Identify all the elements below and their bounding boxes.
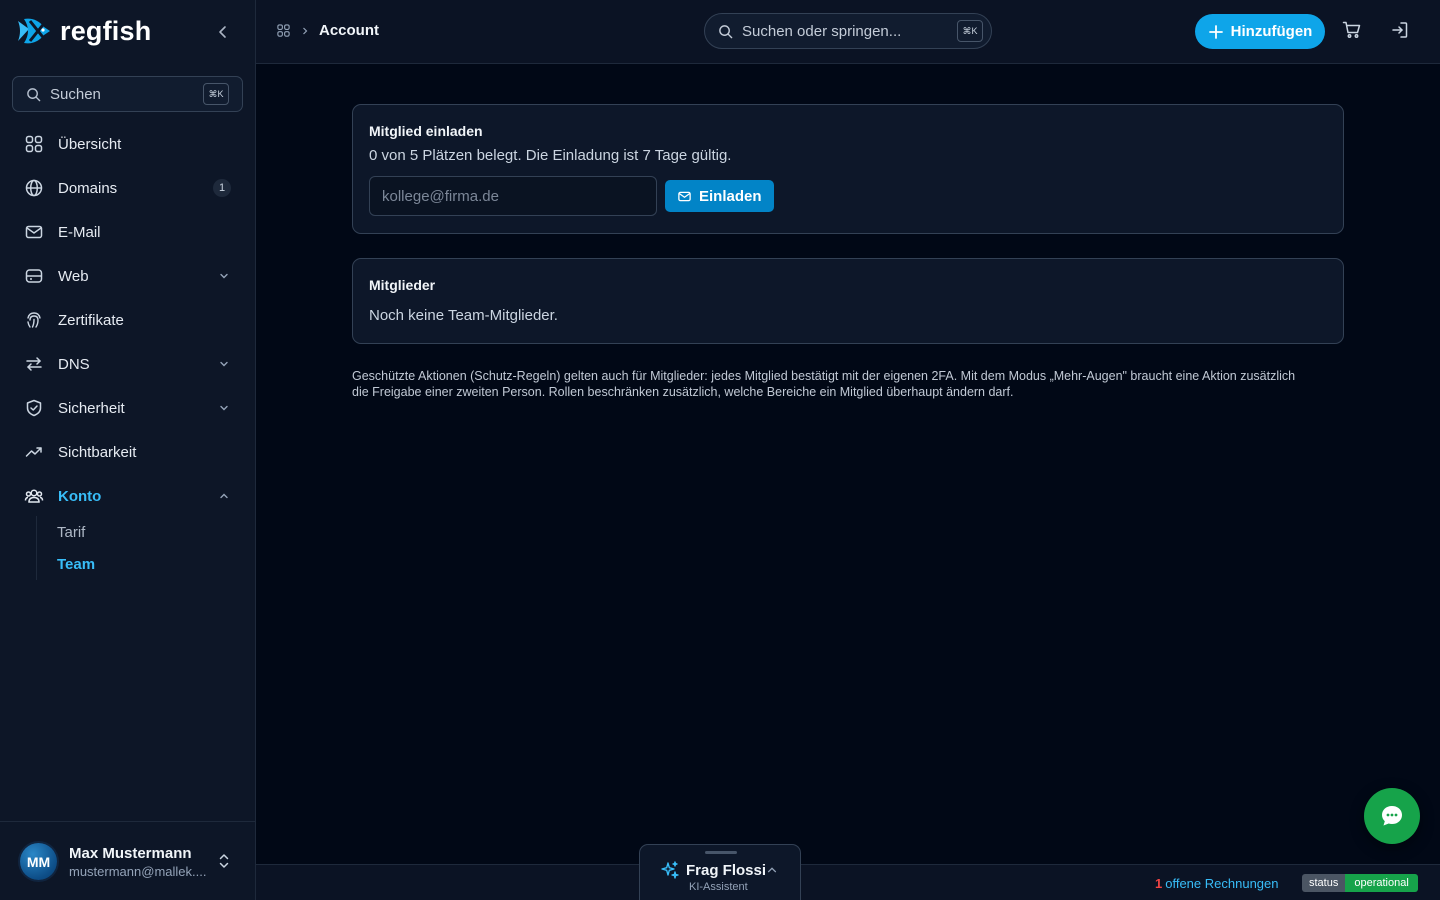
search-icon <box>26 87 41 102</box>
mail-icon <box>24 222 44 242</box>
brand-logo[interactable]: regfish <box>16 14 151 48</box>
sidebar-item-uebersicht[interactable]: Übersicht <box>12 122 243 166</box>
protection-note-line: die Freigabe einer zweiten Person. Rolle… <box>352 385 1014 399</box>
chat-button[interactable] <box>1364 788 1420 844</box>
grid-icon <box>24 134 44 154</box>
chevron-up-icon <box>217 489 231 503</box>
shortcut-badge: ⌘K <box>203 83 229 105</box>
breadcrumb: Account <box>276 22 379 39</box>
invoice-count: 1 <box>1155 876 1163 891</box>
sparkles-icon <box>661 861 679 879</box>
sidebar-item-zertifikate[interactable]: Zertifikate <box>12 298 243 342</box>
status-badge-value: operational <box>1345 874 1418 892</box>
sidebar-item-label: Konto <box>58 487 102 505</box>
chevron-down-icon <box>217 269 231 283</box>
members-card: Mitglieder Noch keine Team-Mitglieder. <box>352 258 1344 344</box>
arrows-icon <box>24 354 44 374</box>
protection-note-line: Geschützte Aktionen (Schutz-Regeln) gelt… <box>352 369 1296 383</box>
chevron-up-icon[interactable] <box>766 864 778 876</box>
ai-assistant-panel[interactable]: Frag Flossi KI-Assistent <box>639 844 801 900</box>
main-content: Mitglied einladen 0 von 5 Plätzen belegt… <box>352 104 1344 400</box>
avatar: MM <box>20 843 57 880</box>
fish-logo-icon <box>16 15 52 47</box>
chevron-down-icon <box>217 401 231 415</box>
chevron-right-icon <box>301 26 309 36</box>
fingerprint-icon <box>24 310 44 330</box>
sidebar-item-label: DNS <box>58 355 90 373</box>
topbar: Account Suchen oder springen... ⌘K Hinzu… <box>256 0 1440 64</box>
invite-button-label: Einladen <box>699 187 762 205</box>
sidebar-item-konto[interactable]: Konto <box>12 474 243 518</box>
sidebar-item-label: Domains <box>58 179 118 197</box>
status-badge-key: status <box>1302 874 1346 892</box>
add-button[interactable]: Hinzufügen <box>1195 14 1325 49</box>
assistant-title: Frag Flossi <box>686 862 767 879</box>
konto-subnav: Tarif Team <box>36 516 236 580</box>
protection-note: Geschützte Aktionen (Schutz-Regeln) gelt… <box>352 368 1344 400</box>
chevron-left-icon <box>219 26 226 38</box>
subnav-item-tarif[interactable]: Tarif <box>37 516 236 548</box>
sidebar-item-email[interactable]: E-Mail <box>12 210 243 254</box>
subnav-item-team[interactable]: Team <box>37 548 236 580</box>
invite-form: Einladen <box>369 176 1327 216</box>
sidebar-search-label: Suchen <box>50 85 101 103</box>
sidebar-item-label: E-Mail <box>58 223 101 241</box>
logout-icon[interactable] <box>1390 20 1410 40</box>
grid-icon[interactable] <box>276 23 291 38</box>
drag-handle[interactable] <box>705 851 737 854</box>
open-invoices-link[interactable]: 1 offene Rechnungen <box>1155 876 1278 891</box>
search-icon <box>718 24 733 39</box>
members-title: Mitglieder <box>369 277 436 293</box>
status-bar: 1 offene Rechnungen status operational <box>256 864 1440 900</box>
sidebar-item-label: Sicherheit <box>58 399 125 417</box>
status-badge[interactable]: status operational <box>1302 874 1418 892</box>
user-menu[interactable]: MM Max Mustermann mustermann@mallek.... <box>0 821 255 900</box>
count-badge: 1 <box>213 179 231 197</box>
add-button-label: Hinzufügen <box>1230 23 1313 40</box>
shortcut-badge: ⌘K <box>957 20 983 42</box>
user-name: Max Mustermann <box>69 845 192 862</box>
sidebar-item-dns[interactable]: DNS <box>12 342 243 386</box>
invite-card: Mitglied einladen 0 von 5 Plätzen belegt… <box>352 104 1344 234</box>
invite-email-field[interactable] <box>369 176 657 216</box>
sidebar-item-sichtbarkeit[interactable]: Sichtbarkeit <box>12 430 243 474</box>
members-empty-text: Noch keine Team-Mitglieder. <box>369 307 558 324</box>
sidebar-item-label: Sichtbarkeit <box>58 443 137 461</box>
sidebar-item-label: Übersicht <box>58 135 122 153</box>
invoice-label: offene Rechnungen <box>1165 876 1279 891</box>
sidebar-search[interactable]: Suchen ⌘K <box>12 76 243 112</box>
chat-bubble-icon <box>1379 803 1405 829</box>
plus-icon <box>1208 24 1224 40</box>
trend-icon <box>24 442 44 462</box>
assistant-subtitle: KI-Assistent <box>689 881 748 893</box>
sidebar-nav: Übersicht Domains 1 E-Mail Web Zertifika… <box>12 122 243 518</box>
sidebar-item-domains[interactable]: Domains 1 <box>12 166 243 210</box>
global-search[interactable]: Suchen oder springen... ⌘K <box>704 13 992 49</box>
chevrons-updown-icon[interactable] <box>216 852 232 870</box>
server-icon <box>24 266 44 286</box>
sidebar-item-sicherheit[interactable]: Sicherheit <box>12 386 243 430</box>
cart-icon[interactable] <box>1342 20 1362 40</box>
sidebar: regfish Suchen ⌘K Übersicht Domains 1 E-… <box>0 0 256 900</box>
breadcrumb-current: Account <box>319 22 379 39</box>
invite-button[interactable]: Einladen <box>665 180 774 212</box>
users-icon <box>24 486 44 506</box>
chevron-down-icon <box>217 357 231 371</box>
sidebar-item-label: Web <box>58 267 89 285</box>
invite-title: Mitglied einladen <box>369 123 483 139</box>
brand-name: regfish <box>60 15 152 46</box>
user-email: mustermann@mallek.... <box>69 864 207 879</box>
sidebar-item-web[interactable]: Web <box>12 254 243 298</box>
collapse-sidebar-button[interactable] <box>208 17 238 47</box>
shield-icon <box>24 398 44 418</box>
sidebar-item-label: Zertifikate <box>58 311 124 329</box>
global-search-placeholder: Suchen oder springen... <box>742 22 902 40</box>
globe-icon <box>24 178 44 198</box>
mail-icon <box>677 189 692 204</box>
invite-subtitle: 0 von 5 Plätzen belegt. Die Einladung is… <box>369 147 732 164</box>
